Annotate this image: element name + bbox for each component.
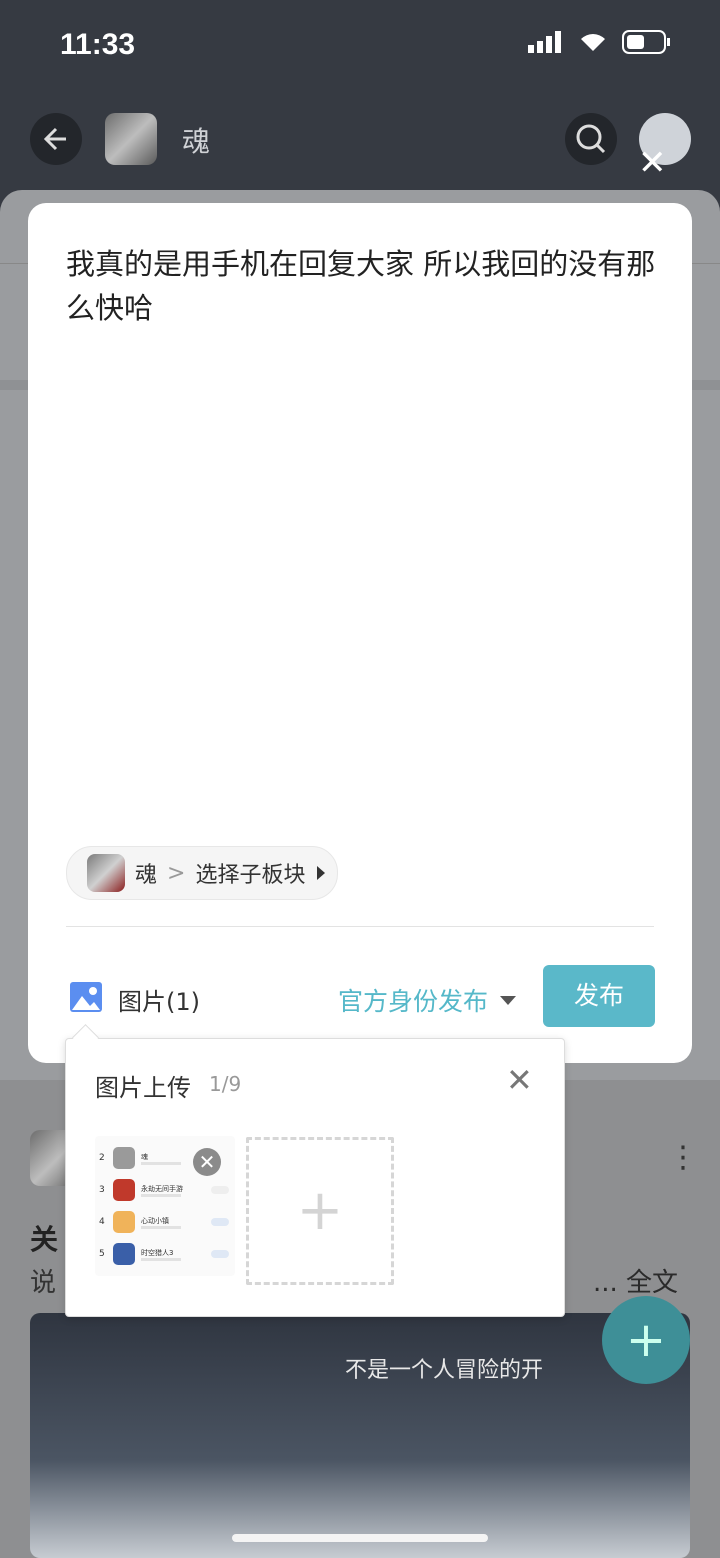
battery-icon [622,30,670,54]
home-indicator [232,1534,488,1542]
game-logo [105,113,157,165]
sub-board-label: 选择子板块 [195,863,306,888]
plus-icon: + [296,1178,344,1243]
close-icon: ✕ [198,1150,216,1174]
close-icon[interactable]: ✕ [506,1064,533,1096]
app-icon [113,1211,135,1233]
reply-dialog [28,203,692,1063]
app-name: 心动小镇 [141,1216,169,1225]
post-banner-image[interactable] [30,1313,690,1558]
close-icon[interactable]: ✕ [638,146,667,180]
upload-count: 1/9 [209,1072,242,1096]
identity-label: 官方身份发布 [338,987,489,1016]
page-title: 魂 [182,125,211,158]
app-icon [113,1243,135,1265]
remove-image-button[interactable]: ✕ [193,1148,221,1176]
add-image-button[interactable]: + [246,1137,394,1285]
wifi-icon [581,34,605,51]
post-excerpt[interactable]: 说 [30,1262,56,1299]
identity-selector[interactable]: 官方身份发布 [338,982,517,1018]
image-count-label[interactable]: 图片(1) [118,982,200,1017]
app-name: 永劫无间手游 [141,1184,183,1193]
divider [66,926,654,927]
search-button[interactable] [565,113,617,165]
create-post-button[interactable]: + [602,1296,690,1384]
status-time: 11:33 [60,28,136,61]
chevron-right-icon: > [167,860,186,886]
rank-number: 4 [99,1217,105,1227]
image-icon[interactable] [70,982,102,1012]
signal-icon [528,31,561,53]
app-icon [113,1147,135,1169]
full-text-link[interactable]: ... 全文 [593,1262,678,1299]
dropdown-icon [500,995,517,1005]
plus-icon: + [625,1312,667,1368]
search-icon [576,124,606,154]
status-icons [528,30,672,54]
rank-number: 5 [99,1249,105,1259]
caret-right-icon [317,866,326,880]
board-icon [87,854,125,892]
upload-title: 图片上传 [95,1074,191,1102]
back-button[interactable] [30,113,82,165]
board-name: 魂 [135,863,158,888]
reply-text-input[interactable]: 我真的是用手机在回复大家 所以我回的没有那么快哈 [66,242,666,330]
banner-slogan: 不是一个人冒险的开 [345,1358,544,1383]
post-title[interactable]: 关 [30,1218,58,1258]
board-selector[interactable]: 魂 > 选择子板块 [66,846,338,900]
rank-number: 3 [99,1185,105,1195]
back-arrow-icon [43,127,66,151]
app-icon [113,1179,135,1201]
more-icon[interactable]: ⋮ [668,1140,698,1175]
publish-button[interactable]: 发布 [543,965,655,1027]
app-name: 时空猎人3 [141,1248,174,1257]
rank-number: 2 [99,1153,105,1163]
